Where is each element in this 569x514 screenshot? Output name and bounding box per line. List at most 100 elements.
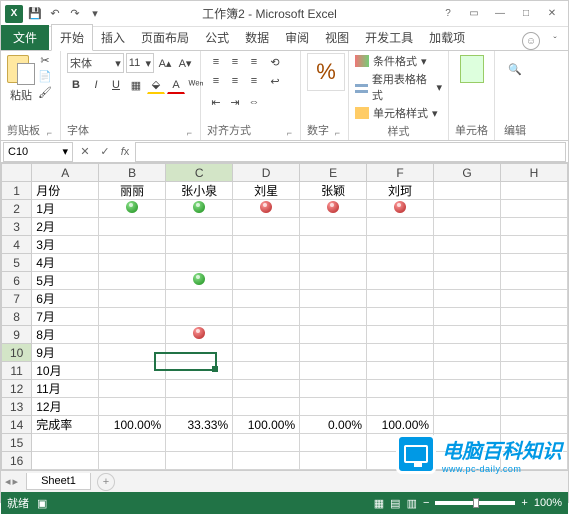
cell[interactable] xyxy=(501,308,568,326)
cell[interactable]: 0.00% xyxy=(300,416,367,434)
cell[interactable] xyxy=(434,272,501,290)
undo-button[interactable]: ↶ xyxy=(47,6,63,22)
sheet-nav[interactable]: ◂▸ xyxy=(1,475,22,488)
cell[interactable] xyxy=(501,416,568,434)
cell[interactable] xyxy=(233,434,300,452)
col-header-b[interactable]: B xyxy=(99,164,166,182)
cell[interactable]: 9月 xyxy=(32,344,99,362)
cell[interactable] xyxy=(300,308,367,326)
row-header[interactable]: 8 xyxy=(2,308,32,326)
cell[interactable] xyxy=(233,290,300,308)
cell[interactable]: 张小泉 xyxy=(166,182,233,200)
cell[interactable] xyxy=(300,272,367,290)
cell[interactable]: 100.00% xyxy=(233,416,300,434)
cell[interactable] xyxy=(434,380,501,398)
cell[interactable] xyxy=(99,272,166,290)
paste-button[interactable]: 粘贴 xyxy=(7,53,35,103)
border-button[interactable]: ▦ xyxy=(127,76,145,94)
row-header[interactable]: 12 xyxy=(2,380,32,398)
cell[interactable] xyxy=(434,362,501,380)
add-sheet-button[interactable]: + xyxy=(97,473,115,491)
decrease-indent-button[interactable]: ⇤ xyxy=(207,93,225,111)
cell[interactable]: 33.33% xyxy=(166,416,233,434)
cell[interactable] xyxy=(166,254,233,272)
cell[interactable] xyxy=(434,398,501,416)
cell[interactable]: 8月 xyxy=(32,326,99,344)
number-format-button[interactable]: % xyxy=(307,53,345,91)
zoom-level[interactable]: 100% xyxy=(534,497,562,509)
cell[interactable] xyxy=(99,344,166,362)
cell[interactable] xyxy=(233,218,300,236)
cell[interactable] xyxy=(367,434,434,452)
font-dialog-launcher[interactable]: ⌐ xyxy=(185,128,194,138)
row-header[interactable]: 14 xyxy=(2,416,32,434)
cell[interactable] xyxy=(32,452,99,470)
cell[interactable] xyxy=(434,290,501,308)
wrap-text-button[interactable]: ↩ xyxy=(264,72,286,90)
copy-button[interactable]: 📄 xyxy=(37,69,53,83)
col-header-g[interactable]: G xyxy=(434,164,501,182)
zoom-slider[interactable] xyxy=(435,501,515,505)
cell[interactable] xyxy=(166,434,233,452)
cell[interactable] xyxy=(166,362,233,380)
cell[interactable] xyxy=(367,272,434,290)
cell[interactable] xyxy=(233,236,300,254)
cell[interactable] xyxy=(300,452,367,470)
cell[interactable]: 完成率 xyxy=(32,416,99,434)
enter-formula-button[interactable]: ✓ xyxy=(95,142,115,162)
cell[interactable] xyxy=(233,452,300,470)
cell[interactable]: 100.00% xyxy=(99,416,166,434)
view-page-break-button[interactable]: ▥ xyxy=(407,497,417,510)
cell[interactable] xyxy=(501,452,568,470)
close-button[interactable]: ✕ xyxy=(540,5,564,23)
row-header[interactable]: 1 xyxy=(2,182,32,200)
view-normal-button[interactable]: ▦ xyxy=(374,497,384,510)
row-header[interactable]: 7 xyxy=(2,290,32,308)
cell[interactable] xyxy=(501,254,568,272)
tab-file[interactable]: 文件 xyxy=(1,25,49,50)
cell[interactable] xyxy=(300,236,367,254)
cell[interactable]: 4月 xyxy=(32,254,99,272)
orientation-button[interactable]: ⟲ xyxy=(264,53,286,71)
row-header[interactable]: 10 xyxy=(2,344,32,362)
formula-bar[interactable] xyxy=(135,142,566,162)
cell[interactable] xyxy=(300,398,367,416)
row-header[interactable]: 4 xyxy=(2,236,32,254)
row-header[interactable]: 6 xyxy=(2,272,32,290)
cell[interactable] xyxy=(367,200,434,218)
cell[interactable] xyxy=(434,434,501,452)
cell[interactable] xyxy=(99,362,166,380)
col-header-e[interactable]: E xyxy=(300,164,367,182)
view-page-layout-button[interactable]: ▤ xyxy=(390,497,400,510)
row-header[interactable]: 15 xyxy=(2,434,32,452)
zoom-out-button[interactable]: − xyxy=(423,497,429,509)
cell[interactable] xyxy=(99,398,166,416)
cell[interactable]: 10月 xyxy=(32,362,99,380)
cell[interactable] xyxy=(501,326,568,344)
cell[interactable] xyxy=(99,308,166,326)
cell[interactable] xyxy=(300,380,367,398)
row-header[interactable]: 9 xyxy=(2,326,32,344)
conditional-formatting-button[interactable]: 条件格式 ▾ xyxy=(355,53,442,69)
cell[interactable] xyxy=(367,380,434,398)
cell[interactable] xyxy=(166,236,233,254)
align-middle-button[interactable]: ≡ xyxy=(226,53,244,71)
redo-button[interactable]: ↷ xyxy=(67,6,83,22)
fill-color-button[interactable]: ⬙ xyxy=(147,76,165,94)
cell[interactable] xyxy=(434,200,501,218)
cell[interactable] xyxy=(300,344,367,362)
tab-formulas[interactable]: 公式 xyxy=(197,25,237,50)
maximize-button[interactable]: □ xyxy=(514,5,538,23)
cell[interactable] xyxy=(367,452,434,470)
alignment-dialog-launcher[interactable]: ⌐ xyxy=(285,128,294,138)
number-dialog-launcher[interactable]: ⌐ xyxy=(333,128,342,138)
cell[interactable] xyxy=(99,200,166,218)
cell[interactable] xyxy=(501,434,568,452)
help-button[interactable]: ? xyxy=(436,5,460,23)
sheet-tab[interactable]: Sheet1 xyxy=(26,473,91,490)
row-header[interactable]: 5 xyxy=(2,254,32,272)
cell[interactable]: 11月 xyxy=(32,380,99,398)
merge-center-button[interactable]: ⇔ xyxy=(245,93,263,111)
cell[interactable] xyxy=(367,236,434,254)
cell-styles-button[interactable]: 单元格样式 ▾ xyxy=(355,105,442,121)
